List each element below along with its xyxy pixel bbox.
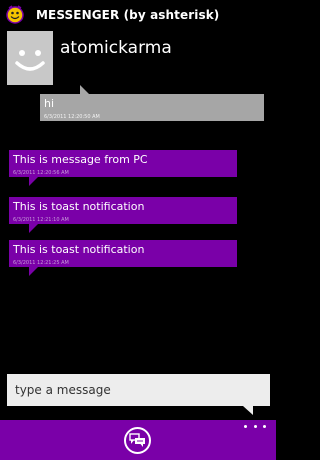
message-timestamp: 6/3/2011 12:21:10 AM bbox=[13, 217, 69, 223]
contact-name: atomickarma bbox=[60, 38, 172, 58]
avatar bbox=[7, 31, 53, 85]
message-bubble-incoming[interactable]: This is toast notification 6/3/2011 12:2… bbox=[9, 197, 237, 233]
message-timestamp: 6/3/2011 12:20:56 AM bbox=[13, 170, 69, 176]
message-text: This is toast notification bbox=[13, 200, 145, 213]
message-bubble-outgoing[interactable]: hi 6/3/2011 12:20:50 AM bbox=[40, 85, 264, 121]
messenger-smiley-icon bbox=[6, 5, 24, 24]
send-message-icon bbox=[129, 433, 145, 447]
bubble-tail bbox=[29, 224, 38, 233]
smiley-avatar-icon bbox=[15, 50, 45, 71]
message-text: This is toast notification bbox=[13, 243, 145, 256]
message-text: This is message from PC bbox=[13, 153, 148, 166]
app-title: MESSENGER (by ashterisk) bbox=[36, 8, 220, 22]
app-bar bbox=[0, 420, 276, 460]
message-bubble-incoming[interactable]: This is message from PC 6/3/2011 12:20:5… bbox=[9, 150, 237, 186]
message-timestamp: 6/3/2011 12:20:50 AM bbox=[44, 114, 100, 120]
message-input[interactable] bbox=[7, 374, 270, 406]
message-composer bbox=[7, 374, 270, 415]
message-bubble-incoming[interactable]: This is toast notification 6/3/2011 12:2… bbox=[9, 240, 237, 276]
bubble-tail bbox=[29, 177, 38, 186]
more-options-button[interactable] bbox=[244, 420, 266, 432]
send-button[interactable] bbox=[124, 427, 151, 454]
contact-header: atomickarma bbox=[0, 28, 276, 88]
bubble-tail bbox=[80, 85, 89, 94]
more-ellipsis-icon bbox=[244, 424, 247, 428]
message-text: hi bbox=[44, 97, 55, 110]
message-timestamp: 6/3/2011 12:21:25 AM bbox=[13, 260, 69, 266]
composer-tail bbox=[243, 406, 253, 415]
bubble-tail bbox=[29, 267, 38, 276]
app-header: MESSENGER (by ashterisk) bbox=[0, 0, 276, 28]
